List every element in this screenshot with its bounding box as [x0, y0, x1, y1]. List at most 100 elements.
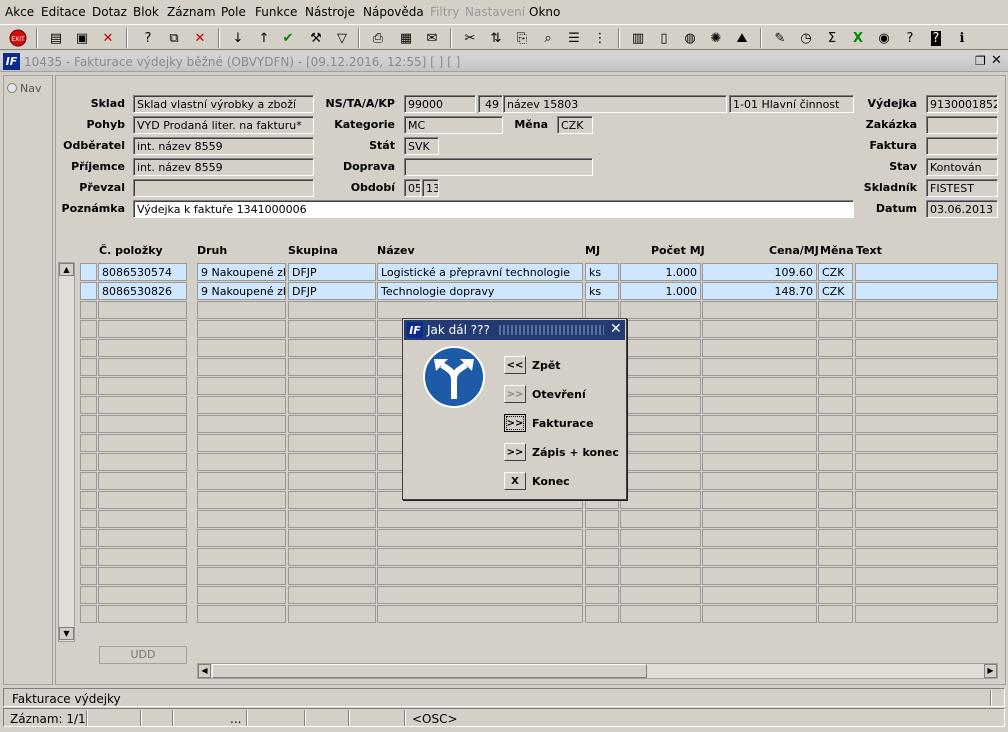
table-cell[interactable] [818, 567, 853, 585]
table-cell[interactable] [98, 586, 187, 604]
nav-radio[interactable] [7, 83, 17, 93]
menu-pole[interactable]: Pole [221, 5, 246, 19]
table-cell[interactable] [288, 605, 376, 623]
ns-field-2[interactable]: 49 [478, 95, 503, 113]
kategorie-field[interactable]: MC [404, 116, 503, 134]
table-cell[interactable] [98, 415, 187, 433]
row-selector[interactable] [80, 339, 97, 357]
table-cell[interactable] [620, 605, 701, 623]
odberatel-field[interactable]: int. název 8559 [133, 137, 314, 155]
table-cell[interactable] [620, 320, 701, 338]
prevzal-field[interactable] [133, 179, 314, 197]
row-selector[interactable] [80, 548, 97, 566]
prijemce-field[interactable]: int. název 8559 [133, 158, 314, 176]
table-cell[interactable] [818, 301, 853, 319]
table-cell[interactable] [818, 453, 853, 471]
table-cell[interactable] [818, 586, 853, 604]
menu-editace[interactable]: Editace [41, 5, 86, 19]
mena-field[interactable]: CZK [557, 116, 593, 134]
table-cell[interactable] [855, 567, 998, 585]
table-cell[interactable] [288, 339, 376, 357]
table-cell[interactable] [288, 377, 376, 395]
table-cell[interactable] [585, 567, 619, 585]
table-cell[interactable] [818, 377, 853, 395]
table-cell[interactable] [197, 529, 286, 547]
table-cell[interactable] [620, 415, 701, 433]
table-cell[interactable] [855, 510, 998, 528]
table-cell[interactable] [620, 301, 701, 319]
table-cell[interactable] [702, 434, 817, 452]
table-cell[interactable] [855, 415, 998, 433]
row-selector[interactable] [80, 510, 97, 528]
document-icon[interactable]: ▥ [628, 28, 648, 48]
table-cell[interactable] [288, 567, 376, 585]
row-selector[interactable] [80, 434, 97, 452]
table-cell[interactable] [702, 548, 817, 566]
col-header-text[interactable]: Text [856, 244, 882, 257]
table-cell[interactable]: 109.60 [702, 263, 817, 281]
table-cell[interactable]: 9 Nakoupené zbo [197, 263, 286, 281]
obdobi-field-1[interactable]: 05 [404, 179, 421, 197]
row-selector[interactable] [80, 491, 97, 509]
row-selector[interactable] [80, 263, 97, 281]
restore-icon[interactable]: ❐ [975, 54, 986, 68]
query-execute-icon[interactable]: ⧉ [164, 28, 184, 48]
sort-desc-icon[interactable]: ↑ [254, 28, 274, 48]
mail-icon[interactable]: ✉ [422, 28, 442, 48]
table-cell[interactable] [197, 605, 286, 623]
table-cell[interactable] [98, 605, 187, 623]
table-cell[interactable] [818, 529, 853, 547]
table-cell[interactable] [197, 491, 286, 509]
table-cell[interactable] [377, 605, 583, 623]
scissors-icon[interactable]: ✂ [460, 28, 480, 48]
table-cell[interactable] [620, 529, 701, 547]
table-cell[interactable] [855, 472, 998, 490]
row-selector[interactable] [80, 586, 97, 604]
print-icon[interactable]: ⎙ [368, 28, 388, 48]
menu-nastroje[interactable]: Nástroje [305, 5, 355, 19]
table-cell[interactable] [288, 529, 376, 547]
table-cell[interactable] [585, 301, 619, 319]
obdobi-field-2[interactable]: 13 [422, 179, 439, 197]
row-selector[interactable] [80, 415, 97, 433]
table-cell[interactable] [818, 358, 853, 376]
query-cancel-icon[interactable]: ✕ [190, 28, 210, 48]
table-cell[interactable] [702, 358, 817, 376]
table-cell[interactable] [288, 301, 376, 319]
table-cell[interactable]: DFJP [288, 282, 376, 300]
table-cell[interactable] [98, 453, 187, 471]
table-cell[interactable] [855, 358, 998, 376]
table-cell[interactable] [98, 377, 187, 395]
dialog-close-icon[interactable]: ✕ [610, 321, 622, 337]
table-cell[interactable] [855, 263, 998, 281]
row-selector[interactable] [80, 453, 97, 471]
mountain-icon[interactable]: ⛰ [732, 28, 752, 48]
col-header-cena[interactable]: Cena/MJ [769, 244, 819, 257]
table-cell[interactable] [855, 491, 998, 509]
table-cell[interactable] [377, 529, 583, 547]
clipboard-icon[interactable]: ▯ [654, 28, 674, 48]
globe-icon[interactable]: ◍ [680, 28, 700, 48]
table-cell[interactable] [98, 339, 187, 357]
table-cell[interactable] [288, 453, 376, 471]
ns-field-3[interactable]: název 15803 [503, 95, 727, 113]
table-cell[interactable] [197, 510, 286, 528]
row-selector[interactable] [80, 396, 97, 414]
table-cell[interactable] [197, 586, 286, 604]
table-cell[interactable] [702, 453, 817, 471]
info-globe-icon[interactable]: ◉ [874, 28, 894, 48]
datum-field[interactable]: 03.06.2013 [926, 200, 998, 218]
menu-napoveda[interactable]: Nápověda [363, 5, 424, 19]
vydejka-field[interactable]: 9130001852 [926, 95, 998, 113]
table-cell[interactable] [818, 396, 853, 414]
table-cell[interactable] [855, 453, 998, 471]
table-cell[interactable] [702, 301, 817, 319]
table-cell[interactable] [288, 415, 376, 433]
row-selector[interactable] [80, 377, 97, 395]
table-cell[interactable] [818, 339, 853, 357]
col-header-druh[interactable]: Druh [197, 244, 227, 257]
table-cell[interactable] [197, 567, 286, 585]
menu-dotaz[interactable]: Dotaz [92, 5, 127, 19]
table-cell[interactable] [702, 586, 817, 604]
table-cell[interactable] [855, 282, 998, 300]
